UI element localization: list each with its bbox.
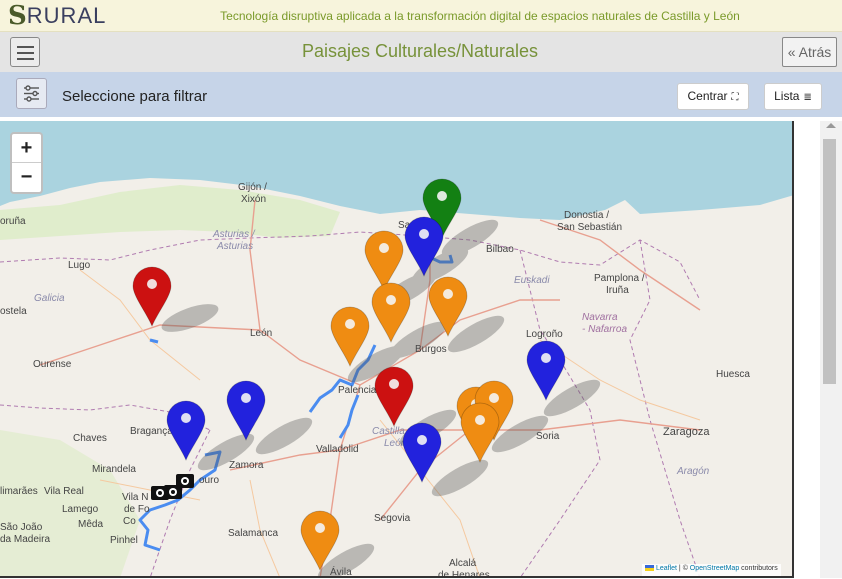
crosshair-icon: ⛶ (731, 92, 739, 103)
filter-bar: Seleccione para filtrar Centrar ⛶ Lista ≣ (0, 72, 842, 117)
page-scrollbar[interactable] (820, 121, 842, 578)
blue-map-marker-icon[interactable] (226, 380, 266, 442)
ukraine-flag-icon (645, 565, 654, 572)
list-icon: ≣ (803, 92, 812, 103)
orange-map-marker-icon[interactable] (460, 402, 500, 464)
blue-map-marker-icon[interactable] (166, 400, 206, 462)
back-button[interactable]: « Atrás (782, 37, 837, 67)
leaflet-link[interactable]: Leaflet (656, 565, 677, 572)
filter-label: Seleccione para filtrar (62, 88, 208, 105)
attribution-tail: contributors (739, 565, 778, 572)
srural-logo[interactable]: S RURAL (8, 1, 107, 31)
centrar-label: Centrar (687, 89, 728, 103)
red-map-marker-icon[interactable] (374, 366, 414, 428)
orange-map-marker-icon[interactable] (428, 276, 468, 338)
hamburger-menu-button[interactable] (10, 37, 40, 67)
tagline: Tecnología disruptiva aplicada a la tran… (220, 9, 740, 23)
zoom-in-button[interactable]: + (12, 134, 41, 163)
scroll-thumb[interactable] (823, 139, 836, 384)
top-banner: S RURAL Tecnología disruptiva aplicada a… (0, 0, 842, 32)
map-attribution: Leaflet | © OpenStreetMap contributors (642, 564, 781, 576)
scroll-up-arrow-icon[interactable] (826, 123, 836, 128)
orange-map-marker-icon[interactable] (330, 306, 370, 368)
lista-button[interactable]: Lista ≣ (764, 83, 822, 110)
logo-s-mark: S (8, 1, 27, 31)
logo-text: RURAL (26, 3, 107, 28)
blue-map-marker-icon[interactable] (526, 340, 566, 402)
orange-map-marker-icon[interactable] (300, 510, 340, 572)
hamburger-icon-bar (17, 52, 34, 54)
blue-map-marker-icon[interactable] (402, 422, 442, 484)
hamburger-icon (17, 46, 34, 48)
map-view[interactable]: Gijón / Xixón Asturias / Asturias Santan… (0, 121, 794, 578)
header-bar: Paisajes Culturales/Naturales « Atrás (0, 32, 842, 72)
osm-link[interactable]: OpenStreetMap (690, 565, 739, 572)
page-title: Paisajes Culturales/Naturales (301, 41, 539, 61)
marker-layer (132, 178, 566, 572)
blue-map-marker-icon[interactable] (404, 216, 444, 278)
hamburger-icon-bar (17, 58, 34, 60)
zoom-control: + − (10, 132, 43, 194)
centrar-button[interactable]: Centrar ⛶ (677, 83, 749, 110)
red-map-marker-icon[interactable] (132, 266, 172, 328)
filter-button[interactable] (16, 78, 47, 109)
zoom-out-button[interactable]: − (12, 163, 41, 192)
lista-label: Lista (774, 89, 800, 103)
sliders-icon (24, 85, 39, 102)
attribution-separator: | © (676, 565, 690, 572)
orange-map-marker-icon[interactable] (371, 282, 411, 344)
orange-map-marker-icon[interactable] (364, 230, 404, 292)
